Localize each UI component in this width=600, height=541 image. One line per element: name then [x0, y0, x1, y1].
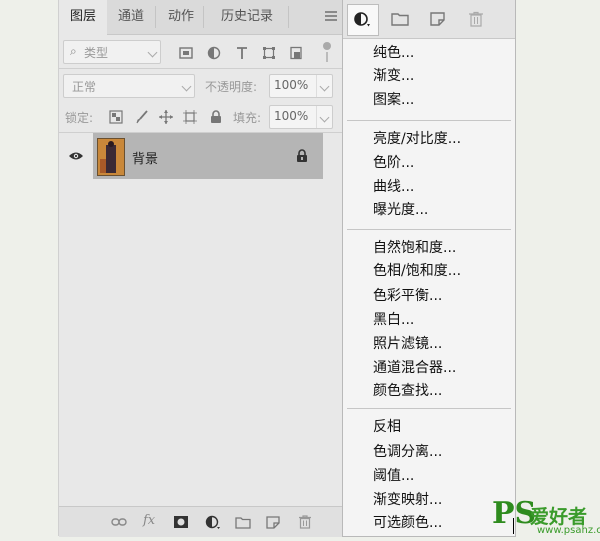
menu-item-invert[interactable]: 反相	[373, 416, 401, 438]
tab-divider	[288, 6, 289, 28]
tab-history[interactable]: 历史记录	[207, 0, 287, 34]
layers-bottom-bar: fx	[59, 506, 343, 537]
opacity-label: 不透明度:	[205, 80, 258, 94]
image-filter-icon[interactable]	[179, 46, 193, 60]
tab-channels[interactable]: 通道	[107, 0, 155, 34]
menu-item-threshold[interactable]: 阈值...	[373, 465, 414, 487]
opacity-value: 100%	[274, 78, 309, 92]
menu-item-curves[interactable]: 曲线...	[373, 176, 414, 198]
panel-tab-bar: 图层 通道 动作 历史记录	[59, 0, 343, 35]
menu-item-posterize[interactable]: 色调分离...	[373, 441, 442, 463]
field-divider	[316, 106, 317, 128]
menu-item-gradient-map[interactable]: 渐变映射...	[373, 489, 442, 511]
filter-row: ⌕ 类型	[59, 38, 343, 68]
menu-item-color-balance[interactable]: 色彩平衡...	[373, 285, 442, 307]
chevron-down-icon	[181, 81, 192, 92]
panel-menu-icon[interactable]	[325, 11, 337, 21]
link-icon[interactable]	[111, 515, 127, 529]
filter-type-label: 类型	[84, 46, 109, 60]
shape-filter-icon[interactable]	[262, 46, 276, 60]
menu-item-brightness-contrast[interactable]: 亮度/对比度...	[373, 128, 461, 150]
menu-item-black-white[interactable]: 黑白...	[373, 309, 414, 331]
folder-icon[interactable]	[235, 515, 251, 529]
layer-name: 背景	[132, 152, 159, 167]
mask-icon[interactable]	[173, 515, 189, 529]
lock-row: 锁定: 填充: 100%	[59, 104, 343, 130]
new-layer-icon[interactable]	[265, 515, 281, 529]
layer-filter-select[interactable]: ⌕ 类型	[63, 40, 161, 64]
lock-position-icon[interactable]	[159, 110, 173, 124]
menu-item-solid-color[interactable]: 纯色...	[373, 42, 414, 64]
filter-toggle-stem	[326, 52, 328, 62]
trash-icon[interactable]	[467, 11, 485, 27]
menu-item-photo-filter[interactable]: 照片滤镜...	[373, 333, 442, 355]
menu-item-color-lookup[interactable]: 颜色查找...	[373, 380, 442, 402]
lock-artboard-icon[interactable]	[183, 110, 197, 124]
fill-label: 填充:	[233, 111, 262, 125]
menu-separator	[347, 408, 511, 409]
blend-mode-select[interactable]: 正常	[63, 74, 195, 98]
tab-actions[interactable]: 动作	[157, 0, 205, 34]
menu-item-selective-color[interactable]: 可选颜色...	[373, 512, 442, 534]
menu-item-channel-mixer[interactable]: 通道混合器...	[373, 357, 456, 379]
new-layer-icon[interactable]	[429, 11, 447, 27]
type-filter-icon[interactable]	[235, 46, 249, 60]
menu-item-hue-saturation[interactable]: 色相/饱和度...	[373, 260, 461, 282]
menu-item-pattern[interactable]: 图案...	[373, 89, 414, 111]
chevron-down-icon	[319, 81, 330, 92]
chevron-down-icon	[147, 47, 158, 58]
layer-thumbnail	[97, 138, 125, 176]
field-divider	[316, 75, 317, 97]
watermark-url: www.psahz.com	[537, 525, 600, 536]
trash-icon[interactable]	[297, 515, 313, 529]
layer-lock-icon	[297, 149, 307, 162]
filter-toggle-icon[interactable]	[323, 42, 331, 50]
chevron-down-icon	[319, 112, 330, 123]
fill-value: 100%	[274, 109, 309, 123]
menu-separator	[347, 229, 511, 230]
adjustment-icon[interactable]	[353, 11, 371, 27]
adjustment-layer-menu: 纯色... 渐变... 图案... 亮度/对比度... 色阶... 曲线... …	[342, 0, 516, 537]
tab-divider	[155, 6, 156, 28]
layer-selection	[93, 133, 323, 179]
menu-item-gradient[interactable]: 渐变...	[373, 65, 414, 87]
menu-separator	[347, 120, 511, 121]
opacity-field[interactable]: 100%	[269, 74, 333, 98]
layer-row[interactable]: 背景	[59, 133, 343, 179]
adjustment-filter-icon[interactable]	[207, 46, 221, 60]
menu-item-exposure[interactable]: 曝光度...	[373, 199, 428, 221]
lock-label: 锁定:	[65, 111, 94, 125]
blend-mode-value: 正常	[72, 80, 97, 94]
lock-image-pixels-icon[interactable]	[135, 110, 149, 124]
blend-row: 正常 不透明度: 100%	[59, 72, 343, 100]
divider	[59, 68, 343, 69]
lock-all-icon[interactable]	[209, 110, 223, 124]
smart-object-filter-icon[interactable]	[289, 46, 303, 60]
menu-item-vibrance[interactable]: 自然饱和度...	[373, 237, 456, 259]
lock-transparent-pixels-icon[interactable]	[109, 110, 123, 124]
menu-toolbar	[343, 0, 515, 39]
eye-icon[interactable]	[68, 151, 84, 161]
fx-icon[interactable]: fx	[143, 513, 155, 528]
menu-item-levels[interactable]: 色阶...	[373, 152, 414, 174]
layers-panel: 图层 通道 动作 历史记录 ⌕ 类型 正常 不透明度: 100% 锁定: 填充:…	[58, 0, 343, 537]
adjustment-icon[interactable]	[205, 515, 221, 529]
folder-icon[interactable]	[391, 11, 409, 27]
fill-field[interactable]: 100%	[269, 105, 333, 129]
tab-layers[interactable]: 图层	[59, 0, 107, 35]
search-icon: ⌕	[70, 44, 77, 58]
